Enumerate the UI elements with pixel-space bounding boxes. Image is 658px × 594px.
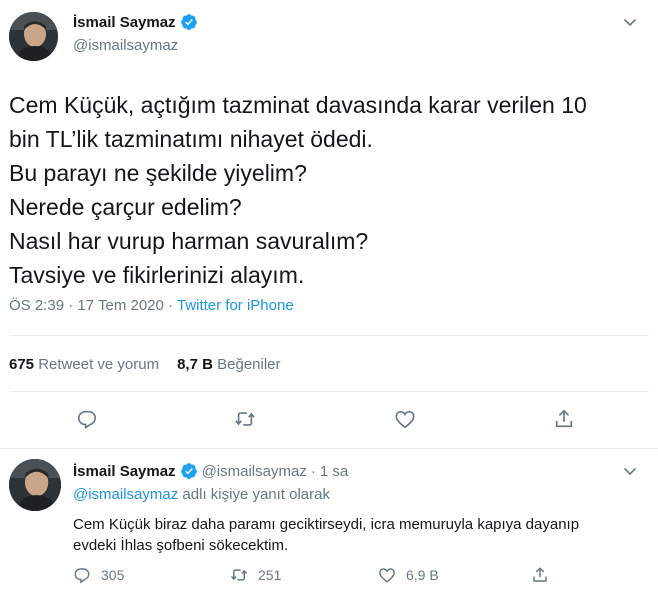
author-avatar[interactable] (9, 459, 61, 511)
tweet-time[interactable]: 1 sa (320, 463, 348, 480)
tweet-text-line: bin TL’lik tazminatımı nihayet ödedi. (9, 126, 373, 152)
verified-badge-icon (180, 14, 197, 30)
author-handle[interactable]: @ismailsaymaz (202, 463, 307, 480)
reply-reply-button[interactable]: 305 (73, 566, 124, 584)
share-button[interactable] (553, 408, 575, 430)
reply-icon (74, 568, 90, 584)
reply-like-button[interactable]: 6,9 B (378, 566, 439, 584)
reply-text: Cem Küçük biraz daha paramı geciktirseyd… (73, 514, 643, 556)
meta-separator: · (168, 297, 174, 314)
reply-header: İsmail Saymaz @ismailsaymaz · 1 sa (73, 462, 348, 480)
verified-badge-icon (180, 463, 197, 479)
tweet-text-line: Nasıl har vurup harman savuralım? (9, 228, 369, 254)
reply-text-line: Cem Küçük biraz daha paramı geciktirseyd… (73, 516, 580, 533)
divider (9, 391, 649, 392)
tweet-source-link[interactable]: Twitter for iPhone (177, 297, 294, 314)
retweet-icon (235, 412, 255, 426)
replying-to: @ismailsaymaz adlı kişiye yanıt olarak (73, 486, 330, 503)
reply-count: 305 (101, 567, 125, 583)
meta-separator: · (310, 462, 316, 480)
engagement-stats: 675 Retweet ve yorum 8,7 B Beğeniler (9, 356, 281, 373)
like-count: 8,7 B (177, 356, 213, 373)
retweet-icon (230, 569, 248, 581)
author-name[interactable]: İsmail Saymaz (73, 463, 176, 480)
tweet-text-line: Bu parayı ne şekilde yiyelim? (9, 160, 307, 186)
meta-separator: · (68, 297, 74, 314)
chevron-down-icon[interactable] (622, 14, 638, 30)
author-name-text: İsmail Saymaz (73, 13, 176, 31)
author-name[interactable]: İsmail Saymaz (73, 13, 198, 31)
avatar-photo-icon (9, 459, 61, 511)
share-icon (555, 409, 573, 428)
like-label: Beğeniler (217, 356, 281, 373)
reply-text-line: evdeki İhlas şofbeni sökecektim. (73, 537, 289, 554)
retweet-label: Retweet ve yorum (38, 356, 160, 373)
retweet-count: 251 (258, 567, 282, 583)
like-count: 6,9 B (406, 567, 439, 583)
replying-to-label: adlı kişiye yanıt olarak (182, 486, 330, 503)
reply-share-button[interactable] (531, 566, 559, 584)
avatar-photo-icon (9, 12, 58, 61)
author-handle[interactable]: @ismailsaymaz (73, 37, 178, 54)
like-icon (379, 568, 395, 583)
like-button[interactable] (394, 408, 416, 430)
tweet-time[interactable]: ÖS 2:39 (9, 297, 64, 314)
reply-button[interactable] (76, 408, 98, 430)
reply-tweet[interactable]: İsmail Saymaz @ismailsaymaz · 1 sa @isma… (0, 449, 658, 594)
tweet-meta: ÖS 2:39 · 17 Tem 2020 · Twitter for iPho… (9, 297, 294, 314)
tweet-text-line: Tavsiye ve fikirlerinizi alayım. (9, 262, 305, 288)
chevron-down-icon[interactable] (622, 463, 638, 479)
tweet-text-line: Nerede çarçur edelim? (9, 194, 242, 220)
retweet-button[interactable] (234, 408, 256, 430)
retweet-stat[interactable]: 675 Retweet ve yorum (9, 356, 159, 373)
tweet-date[interactable]: 17 Tem 2020 (77, 297, 163, 314)
tweet-text-line: Cem Küçük, açtığım tazminat davasında ka… (9, 92, 587, 118)
reply-icon (77, 410, 97, 430)
like-icon (395, 410, 415, 429)
divider (9, 335, 649, 336)
reply-retweet-button[interactable]: 251 (230, 566, 281, 584)
main-tweet: İsmail Saymaz @ismailsaymaz Cem Küçük, a… (0, 0, 658, 448)
like-stat[interactable]: 8,7 B Beğeniler (177, 356, 280, 373)
author-avatar[interactable] (9, 12, 58, 61)
tweet-text: Cem Küçük, açtığım tazminat davasında ka… (9, 88, 649, 292)
replying-to-handle-link[interactable]: @ismailsaymaz (73, 486, 178, 503)
retweet-count: 675 (9, 356, 35, 373)
share-icon (533, 567, 547, 582)
